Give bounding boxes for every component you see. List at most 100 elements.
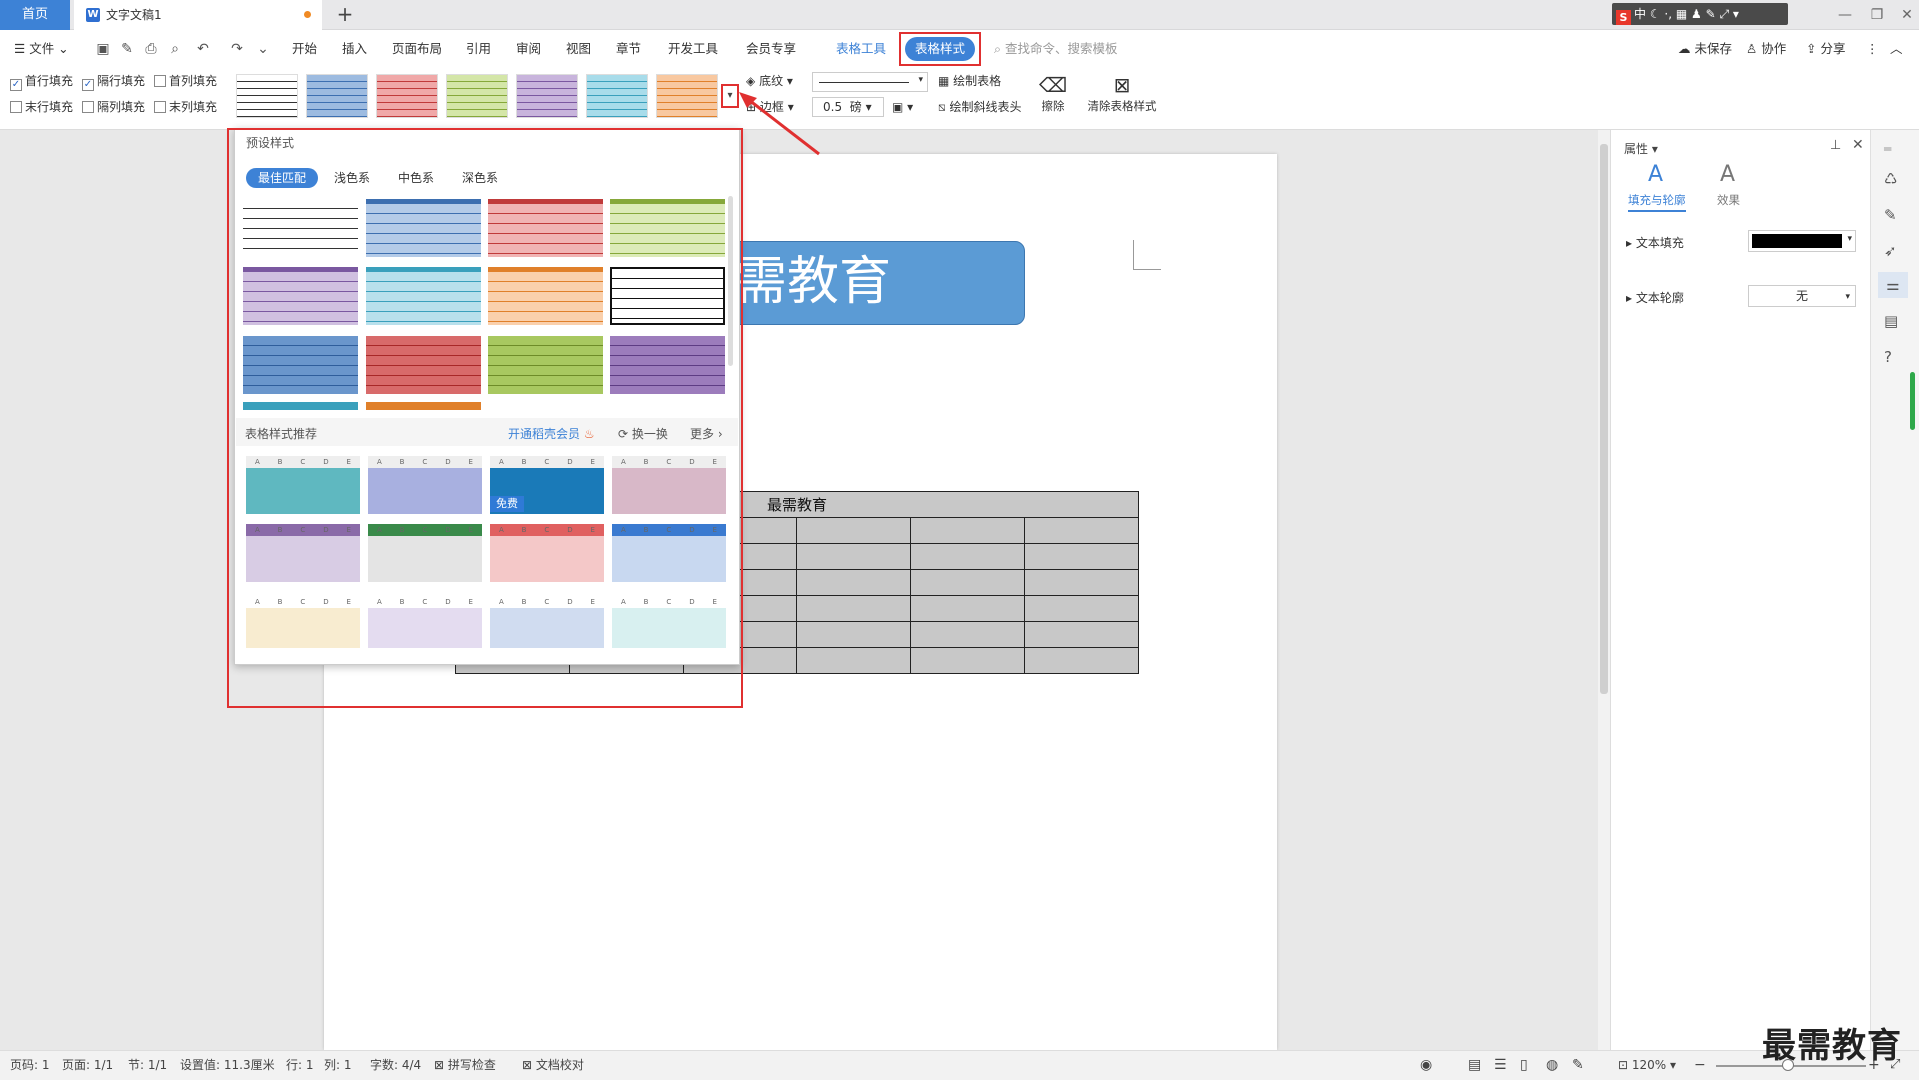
eye-icon[interactable]: ◉ (1420, 1056, 1432, 1074)
collapse-ribbon-icon[interactable]: ︿ (1890, 38, 1903, 60)
dropdown-scrollbar[interactable] (728, 196, 733, 366)
write-mode-icon[interactable]: ✎ (1572, 1056, 1584, 1074)
sidebar-select-icon[interactable]: ➶ (1884, 242, 1897, 260)
tab-best-match[interactable]: 最佳匹配 (246, 168, 318, 188)
tab-dark[interactable]: 深色系 (458, 168, 502, 188)
reading-view-icon[interactable]: ▯ (1520, 1056, 1528, 1074)
rec-style-purple[interactable]: A B C D E (246, 524, 360, 582)
check-first-col[interactable]: 首列填充 (154, 72, 217, 90)
menu-review[interactable]: 审阅 (516, 38, 541, 60)
preset-black-grid[interactable] (610, 267, 725, 325)
rec-style-green[interactable]: A B C D E (368, 524, 482, 582)
preset-dark-red[interactable] (366, 336, 481, 394)
draw-diagonal-button[interactable]: ⧅ 绘制斜线表头 (938, 98, 1021, 116)
sidebar-style-icon[interactable]: ♺ (1884, 170, 1897, 188)
preset-purple[interactable] (243, 267, 358, 325)
preset-blue[interactable] (366, 199, 481, 257)
rec-style-blue[interactable]: A B C D E (612, 524, 726, 582)
minimize-button[interactable]: — (1830, 4, 1860, 26)
text-fill-toggle[interactable]: ▸ 文本填充 (1626, 234, 1684, 251)
preset-plain[interactable] (243, 199, 358, 257)
scrollbar-thumb[interactable] (1600, 144, 1608, 694)
web-view-icon[interactable]: ◍ (1546, 1056, 1558, 1074)
sidebar-properties-icon[interactable]: ⚌ (1878, 272, 1908, 298)
preset-dark-blue[interactable] (243, 336, 358, 394)
clear-style-button[interactable]: ⊠ 清除表格样式 (1082, 72, 1162, 120)
status-words[interactable]: 字数: 4/4 (370, 1056, 421, 1074)
status-setting[interactable]: 设置值: 11.3厘米 (180, 1056, 275, 1074)
more-menu-icon[interactable]: ⋮ (1866, 38, 1879, 60)
zoom-out-icon[interactable]: − (1694, 1056, 1706, 1074)
preset-dark-cyan[interactable] (243, 402, 358, 410)
preset-dark-purple[interactable] (610, 336, 725, 394)
draw-table-button[interactable]: ▦ 绘制表格 (938, 72, 1001, 90)
print-icon[interactable]: ⎙ (142, 40, 160, 58)
menu-references[interactable]: 引用 (466, 38, 491, 60)
menu-layout[interactable]: 页面布局 (392, 38, 442, 60)
tab-medium[interactable]: 中色系 (394, 168, 438, 188)
ime-toolbar[interactable]: S中 ☾ ·, ▦ ♟ ✎ ⤢ ▾ (1612, 3, 1788, 25)
tab-effects[interactable]: 效果 (1717, 192, 1740, 208)
text-outline-toggle[interactable]: ▸ 文本轮廓 (1626, 289, 1684, 306)
menu-home[interactable]: 开始 (292, 38, 317, 60)
print-preview-icon[interactable]: ⌕ (166, 40, 184, 58)
check-banded-cols[interactable]: 隔列填充 (82, 98, 145, 116)
rec-style-teal[interactable]: A B C D E (246, 456, 360, 514)
menu-table-style[interactable]: 表格样式 (905, 37, 975, 61)
preset-cyan[interactable] (366, 267, 481, 325)
sidebar-pen-icon[interactable]: ✎ (1884, 206, 1897, 224)
style-thumb-plain[interactable] (236, 74, 298, 118)
undo-icon[interactable]: ↶ (194, 40, 212, 58)
style-thumb-red[interactable] (376, 74, 438, 118)
tab-document[interactable]: W 文字文稿1 (74, 0, 322, 30)
swap-button[interactable]: ⟳ 换一换 (618, 425, 668, 442)
status-section[interactable]: 节: 1/1 (128, 1056, 167, 1074)
sidebar-backup-icon[interactable]: ▤ (1884, 312, 1898, 330)
add-tab-button[interactable]: + (334, 3, 356, 27)
panel-title[interactable]: 属性 ▾ (1624, 140, 1658, 157)
customize-icon[interactable]: ⌄ (254, 40, 272, 58)
menu-view[interactable]: 视图 (566, 38, 591, 60)
style-thumb-purple[interactable] (516, 74, 578, 118)
status-pages[interactable]: 页面: 1/1 (62, 1056, 113, 1074)
page-view-icon[interactable]: ▤ (1468, 1056, 1481, 1074)
rec-style-lilac[interactable]: A B C D E (368, 596, 482, 648)
rec-style-lavender[interactable]: A B C D E (368, 456, 482, 514)
style-thumb-green[interactable] (446, 74, 508, 118)
fill-outline-icon[interactable]: A (1648, 162, 1663, 187)
preset-green[interactable] (610, 199, 725, 257)
menu-member[interactable]: 会员专享 (746, 38, 796, 60)
preset-red[interactable] (488, 199, 603, 257)
preset-orange[interactable] (488, 267, 603, 325)
close-panel-icon[interactable]: ✕ (1852, 137, 1864, 153)
close-window-button[interactable]: ✕ (1892, 4, 1919, 26)
status-page[interactable]: 页码: 1 (10, 1056, 50, 1074)
share-button[interactable]: ⇪ 分享 (1806, 38, 1845, 60)
sidebar-help-icon[interactable]: ? (1884, 348, 1892, 366)
title-textbox[interactable]: 需教育 (706, 241, 1025, 325)
rec-style-red[interactable]: A B C D E (490, 524, 604, 582)
rec-style-sky[interactable]: A B C D E (490, 596, 604, 648)
collaborate-button[interactable]: ♙ 协作 (1746, 38, 1786, 60)
check-last-col[interactable]: 末列填充 (154, 98, 217, 116)
tab-home[interactable]: 首页 (0, 0, 70, 30)
style-thumb-blue[interactable] (306, 74, 368, 118)
command-search[interactable]: ⌕ 查找命令、搜索模板 (994, 38, 1174, 60)
proofread-button[interactable]: ⊠ 文档校对 (522, 1056, 584, 1074)
preset-dark-orange[interactable] (366, 402, 481, 410)
menu-table-tools[interactable]: 表格工具 (836, 38, 886, 60)
rec-style-pink[interactable]: A B C D E (612, 456, 726, 514)
vip-link[interactable]: 开通稻壳会员 ♨ (508, 425, 595, 442)
check-first-row[interactable]: ✓ 首行填充 (10, 72, 73, 91)
tab-fill-outline[interactable]: 填充与轮廓 (1628, 192, 1686, 212)
redo-icon[interactable]: ↷ (228, 40, 246, 58)
tab-light[interactable]: 浅色系 (330, 168, 374, 188)
pin-icon[interactable]: ⊥ (1830, 138, 1841, 153)
erase-button[interactable]: ⌫ 擦除 (1038, 72, 1068, 120)
effects-icon[interactable]: A (1720, 162, 1735, 187)
style-thumb-cyan[interactable] (586, 74, 648, 118)
unsaved-button[interactable]: ☁ 未保存 (1678, 38, 1732, 60)
more-button[interactable]: 更多 › (690, 425, 723, 442)
save-icon[interactable]: ▣ (94, 40, 112, 58)
menu-chapter[interactable]: 章节 (616, 38, 641, 60)
